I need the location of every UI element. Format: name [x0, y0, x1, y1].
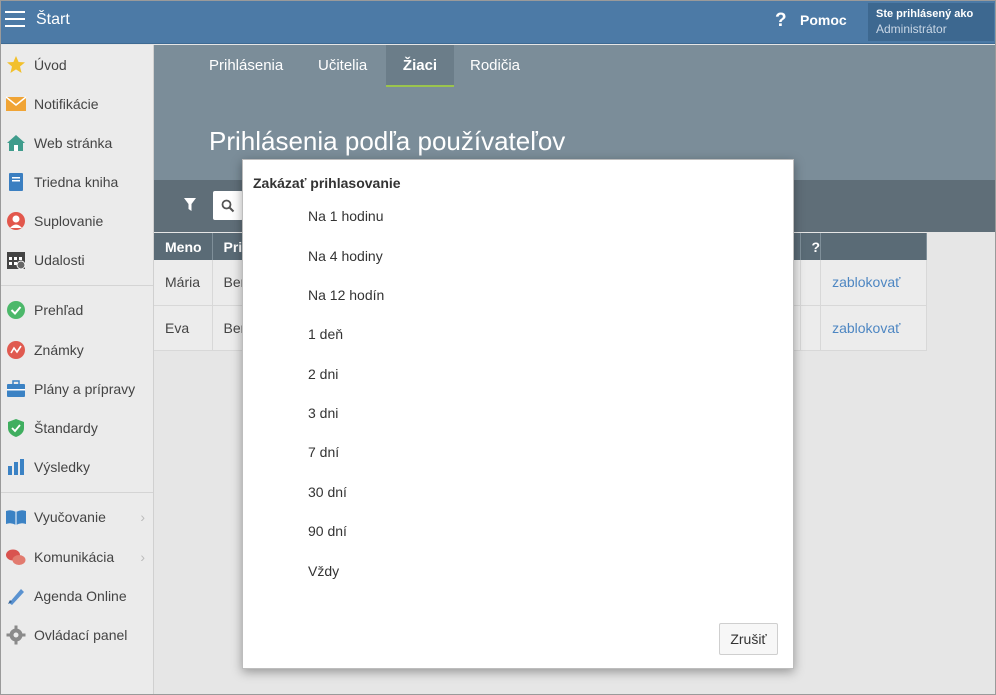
tab-rodicia[interactable]: Rodičia — [459, 45, 531, 87]
search-box[interactable] — [213, 191, 243, 220]
option-1-hour[interactable]: Na 1 hodinu — [308, 208, 384, 224]
calendar-icon — [5, 249, 27, 271]
sidebar-item-web-stranka[interactable]: Web stránka — [0, 124, 153, 162]
sidebar-item-uvod[interactable]: Úvod — [0, 46, 153, 84]
search-icon — [221, 199, 235, 213]
tab-label: Žiaci — [402, 57, 438, 74]
sidebar-item-vyucovanie[interactable]: Vyučovanie › — [0, 498, 153, 536]
cell-action: zablokovať — [820, 260, 928, 306]
top-bar: Štart ? Pomoc Ste prihlásený ako Adminis… — [0, 0, 996, 44]
cancel-button[interactable]: Zrušiť — [719, 623, 778, 655]
briefcase-icon — [5, 378, 27, 400]
sidebar-item-label: Úvod — [34, 57, 67, 73]
sidebar-item-udalosti[interactable]: Udalosti — [0, 241, 153, 279]
star-icon — [5, 54, 27, 76]
sidebar-item-suplovanie[interactable]: Suplovanie — [0, 202, 153, 240]
page-title: Prihlásenia podľa používateľov — [209, 126, 566, 156]
sidebar-item-label: Agenda Online — [34, 588, 127, 604]
tab-prihlasenia[interactable]: Prihlásenia — [198, 45, 294, 87]
user-label: Ste prihlásený ako — [876, 8, 974, 20]
sidebar-item-label: Plány a prípravy — [34, 381, 136, 397]
option-4-hours[interactable]: Na 4 hodiny — [308, 248, 383, 264]
sidebar-item-prehlad[interactable]: Prehľad — [0, 291, 153, 329]
sidebar-item-label: Web stránka — [34, 135, 113, 151]
help-icon[interactable]: ? — [775, 10, 787, 32]
option-30-days[interactable]: 30 dní — [308, 484, 347, 500]
sidebar-item-komunikacia[interactable]: Komunikácia › — [0, 538, 153, 576]
envelope-icon — [5, 93, 27, 115]
option-forever[interactable]: Vždy — [308, 563, 339, 579]
sidebar-divider — [0, 492, 153, 493]
sidebar-item-label: Známky — [34, 342, 84, 358]
sidebar-item-label: Ovládací panel — [34, 627, 128, 643]
grades-icon — [5, 339, 27, 361]
cell-action: zablokovať — [820, 305, 928, 351]
sidebar-item-standardy[interactable]: Štandardy — [0, 409, 153, 447]
option-1-day[interactable]: 1 deň — [308, 326, 343, 342]
tab-label: Prihlásenia — [209, 57, 284, 74]
sidebar-item-vysledky[interactable]: Výsledky — [0, 448, 153, 486]
house-icon — [5, 132, 27, 154]
person-icon — [5, 210, 27, 232]
pen-icon — [5, 585, 27, 607]
filter-icon[interactable] — [184, 198, 196, 212]
sidebar-item-triedna-kniha[interactable]: Triedna kniha — [0, 163, 153, 201]
sidebar-item-label: Komunikácia — [34, 549, 115, 565]
dialog-title: Zakázať prihlasovanie — [253, 175, 401, 191]
cell-q — [800, 305, 822, 351]
sidebar-item-agenda-online[interactable]: Agenda Online — [0, 577, 153, 615]
block-link[interactable]: zablokovať — [832, 320, 900, 336]
tab-ucitelia[interactable]: Učitelia — [307, 45, 378, 87]
sidebar-item-znamky[interactable]: Známky — [0, 331, 153, 369]
tab-ziaci[interactable]: Žiaci — [386, 45, 454, 87]
sidebar-item-label: Udalosti — [34, 252, 85, 268]
open-book-icon — [5, 506, 27, 528]
sidebar: Úvod Notifikácie Web stránka Triedna kni… — [0, 45, 154, 695]
disable-login-dialog: Zakázať prihlasovanie Na 1 hodinu Na 4 h… — [242, 159, 794, 669]
help-link[interactable]: Pomoc — [800, 12, 847, 28]
chat-bubbles-icon — [5, 546, 27, 568]
sidebar-item-ovladaci-panel[interactable]: Ovládací panel — [0, 616, 153, 654]
block-link[interactable]: zablokovať — [832, 274, 900, 290]
user-name: Administrátor — [876, 22, 947, 36]
sidebar-item-label: Prehľad — [34, 302, 84, 318]
sidebar-item-label: Triedna kniha — [34, 174, 119, 190]
shield-check-icon — [5, 417, 27, 439]
app-title[interactable]: Štart — [36, 11, 70, 29]
hamburger-menu-icon[interactable] — [5, 11, 25, 29]
option-2-days[interactable]: 2 dni — [308, 366, 338, 382]
sidebar-item-label: Suplovanie — [34, 213, 104, 229]
chevron-right-icon: › — [140, 509, 145, 525]
cell-meno: Eva — [154, 305, 213, 351]
sidebar-item-label: Výsledky — [34, 459, 91, 475]
chevron-right-icon: › — [140, 549, 145, 565]
tab-label: Učitelia — [318, 57, 368, 74]
column-header-meno[interactable]: Meno — [154, 233, 213, 260]
sidebar-item-label: Notifikácie — [34, 96, 99, 112]
sidebar-item-plany-a-pripravy[interactable]: Plány a prípravy — [0, 370, 153, 408]
gear-icon — [5, 624, 27, 646]
user-info[interactable]: Ste prihlásený ako Administrátor — [868, 3, 994, 41]
sidebar-divider — [0, 285, 153, 286]
option-3-days[interactable]: 3 dni — [308, 405, 338, 421]
check-circle-icon — [5, 299, 27, 321]
column-header-action — [820, 233, 928, 260]
book-icon — [5, 171, 27, 193]
option-7-days[interactable]: 7 dní — [308, 444, 339, 460]
tab-label: Rodičia — [470, 57, 521, 74]
option-90-days[interactable]: 90 dní — [308, 523, 347, 539]
cell-meno: Mária — [154, 260, 213, 306]
option-12-hours[interactable]: Na 12 hodín — [308, 287, 384, 303]
sidebar-item-label: Štandardy — [34, 420, 98, 436]
sidebar-item-label: Vyučovanie — [34, 509, 106, 525]
sidebar-item-notifikacie[interactable]: Notifikácie — [0, 85, 153, 123]
cell-q — [800, 260, 822, 306]
column-header-q: ? — [800, 233, 822, 260]
bar-chart-icon — [5, 456, 27, 478]
